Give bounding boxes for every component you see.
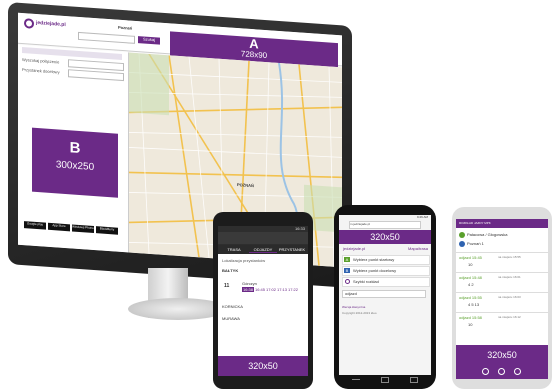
trip-3[interactable]: odjazd 15:55 na miejscu 16:03 4 5 13 — [456, 292, 548, 312]
trip-1[interactable]: odjazd 15:45 na miejscu 15:55 10 — [456, 252, 548, 272]
to-stop[interactable]: Poznań 1 — [467, 241, 484, 246]
ad-b-size: 300x250 — [55, 159, 95, 174]
phone-android: 16:33 TRASA ODJAZDY PRZYSTANEK Lokalizac… — [213, 212, 313, 389]
footer-link[interactable]: Wersja klasyczna — [342, 305, 365, 310]
appbar-forward-icon[interactable] — [514, 368, 521, 375]
line-direction: Górczyn — [242, 281, 257, 286]
phone2-link-right[interactable]: Mapa/trasa — [408, 246, 428, 251]
ad-b-letter: B — [69, 139, 81, 158]
trip-2-lines: 4 2 — [468, 282, 474, 287]
badge-b: B — [344, 268, 350, 273]
trip-3-note: na miejscu 16:03 — [498, 295, 521, 299]
sidebar: Wyszukaj połączenie Przystanek docelowy … — [18, 44, 129, 253]
trip-1-note: na miejscu 15:55 — [498, 255, 521, 259]
menu-item-quick-label: Szybki rozkład — [353, 279, 379, 284]
status-time-2: 9:26 AM — [416, 215, 428, 219]
tabs: TRASA ODJAZDY PRZYSTANEK — [218, 245, 308, 254]
store-badge-blackberry[interactable]: BlackBerry — [96, 226, 118, 235]
search-input-2[interactable]: odjazd — [342, 290, 426, 298]
trip-2-time: odjazd 15:48 — [459, 275, 482, 280]
trip-4-lines: 10 — [468, 322, 473, 327]
trip-3-time: odjazd 15:55 — [459, 295, 482, 300]
phone-android-screen: 16:33 TRASA ODJAZDY PRZYSTANEK Lokalizac… — [218, 226, 308, 376]
url-bar[interactable]: m.jedziejade.pl — [349, 221, 421, 229]
menu-item-destination-label: Wybierz punkt docelowy — [353, 268, 397, 273]
search-button[interactable]: Szukaj — [138, 36, 160, 45]
appbar-refresh-icon[interactable] — [498, 368, 505, 375]
stop-murawa[interactable]: MURAWA — [222, 316, 240, 321]
sidebar-input-2[interactable] — [68, 69, 124, 82]
clock-icon — [345, 279, 350, 284]
phone3-ad[interactable]: 320x50 — [456, 345, 548, 365]
appbar — [456, 365, 548, 379]
sidebar-label-1: Wyszukaj połączenie — [22, 56, 60, 65]
from-stop[interactable]: Pałacowa / Głogowska — [467, 232, 507, 237]
from-badge — [459, 232, 465, 238]
tab-przystanek[interactable]: PRZYSTANEK — [278, 247, 306, 252]
stop-baltyk[interactable]: BAŁTYK — [222, 268, 238, 273]
phone2-brand[interactable]: jedziejade.pl — [343, 246, 365, 251]
line-number[interactable]: 11 — [224, 283, 229, 289]
departure-time-1[interactable]: 16:38 — [242, 287, 255, 292]
trip-2[interactable]: odjazd 15:48 na miejscu 16:01 4 2 — [456, 272, 548, 292]
app-bar — [218, 232, 308, 244]
list-header: Lokalizacja przystanków — [222, 258, 266, 263]
phone1-ad-size: 320x50 — [248, 361, 278, 371]
list: Lokalizacja przystanków BAŁTYK 11 Górczy… — [218, 254, 308, 356]
site-logo-icon[interactable] — [24, 18, 34, 29]
trip-2-note: na miejscu 16:01 — [498, 275, 521, 279]
trip-1-time: odjazd 15:45 — [459, 255, 482, 260]
phone-nexus-screen: 9:26 AM m.jedziejade.pl 320x50 jedziejad… — [339, 215, 431, 375]
site-brand[interactable]: jedziejade.pl — [36, 20, 66, 28]
menu-item-destination[interactable]: B Wybierz punkt docelowy — [342, 266, 430, 276]
badge-a: A — [344, 257, 350, 262]
phone-windows: ROZKŁAD JAZDY MPK Pałacowa / Głogowska P… — [452, 207, 552, 389]
sidebar-label-2: Przystanek docelowy — [22, 66, 60, 75]
stop-kornicka[interactable]: KORNICKA — [222, 304, 243, 309]
trip-3-lines: 4 5 13 — [468, 302, 480, 307]
store-badge-google-play[interactable]: Google play — [24, 221, 46, 230]
phone-nexus: 9:26 AM m.jedziejade.pl 320x50 jedziejad… — [334, 205, 436, 389]
nav-recent-icon[interactable] — [410, 377, 418, 383]
trip-1-lines: 10 — [468, 262, 473, 267]
trip-4-time: odjazd 15:58 — [459, 315, 482, 320]
departure-time-2[interactable]: 16:45 — [255, 287, 265, 292]
wp-title-bar: ROZKŁAD JAZDY MPK — [456, 219, 548, 228]
menu-item-start[interactable]: A Wybierz punkt startowy — [342, 255, 430, 265]
trip-4-note: na miejscu 16:12 — [498, 315, 521, 319]
search-field[interactable] — [78, 31, 135, 44]
ad-banner-b[interactable]: B 300x250 — [32, 127, 118, 198]
phone1-ad[interactable]: 320x50 — [218, 356, 308, 376]
tab-odjazdy[interactable]: ODJAZDY — [249, 247, 277, 253]
departure-time-4[interactable]: 17:13 — [277, 287, 287, 292]
nav-back-icon[interactable] — [352, 379, 360, 384]
departure-time-5[interactable]: 17:22 — [288, 287, 298, 292]
phone-windows-screen: ROZKŁAD JAZDY MPK Pałacowa / Głogowska P… — [456, 219, 548, 379]
status-time: 16:33 — [294, 226, 305, 231]
city-label: Poznań — [118, 24, 133, 31]
menu-item-start-label: Wybierz punkt startowy — [353, 257, 395, 262]
store-badge-app-store[interactable]: App Store — [48, 222, 70, 232]
copyright: Copyright 2012-2013 ideo — [342, 311, 377, 315]
menu-item-quick[interactable]: Szybki rozkład — [342, 277, 430, 287]
phone2-ad-size: 320x50 — [370, 232, 400, 242]
appbar-back-icon[interactable] — [482, 368, 489, 375]
trip-4[interactable]: odjazd 15:58 na miejscu 16:12 10 — [456, 312, 548, 332]
phone3-ad-size: 320x50 — [487, 350, 517, 360]
to-badge — [459, 241, 465, 247]
phone2-ad[interactable]: 320x50 — [339, 230, 431, 244]
departure-time-3[interactable]: 17:02 — [266, 287, 276, 292]
wp-title: ROZKŁAD JAZDY MPK — [459, 221, 491, 225]
nav-home-icon[interactable] — [381, 377, 389, 383]
store-badge-windows-phone[interactable]: Windows Phone — [72, 224, 94, 234]
tab-trasa[interactable]: TRASA — [220, 247, 248, 252]
